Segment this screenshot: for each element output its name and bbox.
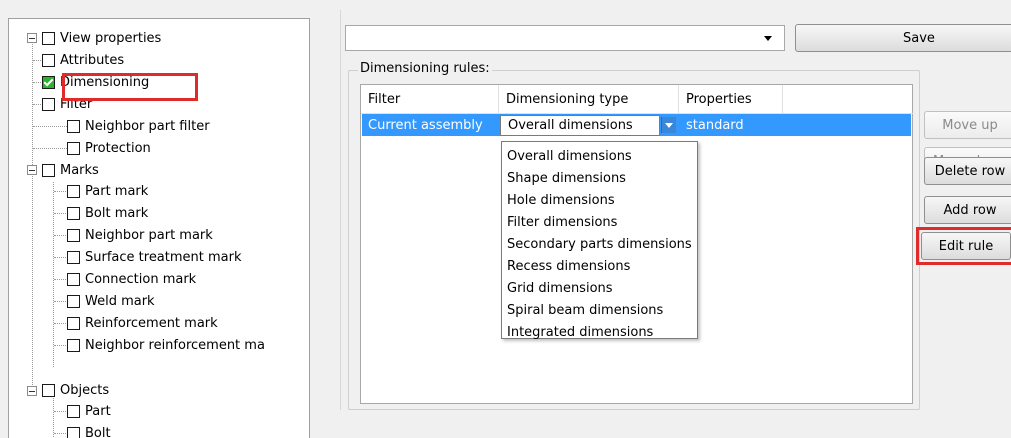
tree-node-label: Protection	[85, 141, 151, 156]
tree-node-label: Attributes	[60, 53, 124, 68]
tree-node-weld-mark[interactable]: Weld mark	[67, 290, 155, 312]
tree-node-reinforcement-mark[interactable]: Reinforcement mark	[67, 312, 218, 334]
checkbox-icon[interactable]	[67, 251, 80, 264]
tree-node-label: Neighbor part filter	[85, 119, 210, 134]
checkbox-icon[interactable]	[42, 384, 55, 397]
option-secondary-parts-dimensions[interactable]: Secondary parts dimensions	[507, 233, 692, 255]
checkbox-icon[interactable]	[67, 427, 80, 438]
tree-node-label: Objects	[60, 383, 109, 398]
tree-node-part-mark[interactable]: Part mark	[67, 180, 148, 202]
tree-node-label: Filter	[60, 97, 92, 112]
column-header-dimensioning-type[interactable]: Dimensioning type	[499, 85, 679, 113]
chevron-down-icon[interactable]	[661, 117, 676, 133]
checkbox-icon[interactable]	[67, 295, 80, 308]
option-overall-dimensions[interactable]: Overall dimensions	[507, 145, 632, 167]
tree-node-bolt[interactable]: Bolt	[67, 422, 111, 438]
checkbox-icon[interactable]	[67, 185, 80, 198]
collapse-view-properties-icon[interactable]	[27, 33, 37, 43]
tree-node-objects[interactable]: Objects	[42, 379, 109, 401]
option-shape-dimensions[interactable]: Shape dimensions	[507, 167, 626, 189]
tree-node-label: Connection mark	[85, 272, 196, 287]
tree-node-label: Marks	[60, 163, 99, 178]
checkbox-icon[interactable]	[67, 317, 80, 330]
move-up-button[interactable]: Move up	[924, 111, 1011, 139]
collapse-marks-icon[interactable]	[27, 165, 37, 175]
checkbox-icon[interactable]	[42, 164, 55, 177]
tree-node-attributes[interactable]: Attributes	[42, 49, 124, 71]
checkbox-icon[interactable]	[42, 54, 55, 67]
option-recess-dimensions[interactable]: Recess dimensions	[507, 255, 630, 277]
cell-properties[interactable]: standard	[680, 114, 744, 136]
cell-filter[interactable]: Current assembly	[362, 114, 483, 136]
tree-node-protection[interactable]: Protection	[67, 137, 151, 159]
checkbox-icon[interactable]	[67, 339, 80, 352]
option-hole-dimensions[interactable]: Hole dimensions	[507, 189, 615, 211]
tree-node-label: Weld mark	[85, 294, 155, 309]
add-row-button[interactable]: Add row	[924, 196, 1011, 224]
tree-node-label: Bolt mark	[85, 206, 148, 221]
edit-rule-button[interactable]: Edit rule	[921, 232, 1011, 260]
column-header-properties[interactable]: Properties	[679, 85, 783, 113]
tree-node-marks[interactable]: Marks	[42, 159, 99, 181]
checkbox-icon[interactable]	[67, 207, 80, 220]
tree-node-neighbor-part-mark[interactable]: Neighbor part mark	[67, 224, 213, 246]
tree-node-part[interactable]: Part	[67, 400, 111, 422]
table-row[interactable]: Current assembly Overall dimensions stan…	[362, 114, 911, 136]
tree-node-surface-treatment-mark[interactable]: Surface treatment mark	[67, 246, 242, 268]
option-grid-dimensions[interactable]: Grid dimensions	[507, 277, 613, 299]
option-integrated-dimensions[interactable]: Integrated dimensions	[507, 321, 653, 343]
tree-connector	[53, 395, 54, 438]
save-button[interactable]: Save	[795, 24, 1011, 52]
column-header-filter[interactable]: Filter	[361, 85, 499, 113]
tree-node-label: Part	[85, 404, 111, 419]
tree-node-neighbor-part-filter[interactable]: Neighbor part filter	[67, 115, 210, 137]
checkbox-icon[interactable]	[67, 405, 80, 418]
checkbox-icon[interactable]	[67, 142, 80, 155]
tree-connector	[53, 182, 54, 367]
saved-settings-combo[interactable]	[345, 25, 785, 51]
checkbox-icon[interactable]	[42, 32, 55, 45]
dimensioning-rules-label: Dimensioning rules:	[358, 61, 492, 76]
tree-node-neighbor-reinforcement-mark[interactable]: Neighbor reinforcement ma	[67, 334, 265, 356]
dimensioning-type-list[interactable]: Overall dimensions Shape dimensions Hole…	[501, 141, 698, 339]
checkbox-icon[interactable]	[67, 229, 80, 242]
tree-node-label: Bolt	[85, 426, 111, 438]
tree-node-label: Neighbor part mark	[85, 228, 213, 243]
checkbox-icon[interactable]	[42, 98, 55, 111]
view-properties-tree[interactable]: View properties Attributes Dimensioning …	[8, 18, 310, 438]
tree-node-label: Neighbor reinforcement ma	[85, 338, 265, 353]
option-filter-dimensions[interactable]: Filter dimensions	[507, 211, 617, 233]
tree-node-view-properties[interactable]: View properties	[42, 27, 161, 49]
dimensioning-type-dropdown[interactable]: Overall dimensions	[500, 115, 660, 136]
tree-connector	[32, 39, 33, 171]
tree-node-filter[interactable]: Filter	[42, 93, 92, 115]
option-spiral-beam-dimensions[interactable]: Spiral beam dimensions	[507, 299, 663, 321]
dropdown-value: Overall dimensions	[508, 118, 633, 133]
tree-node-label: Reinforcement mark	[85, 316, 218, 331]
checkbox-icon[interactable]	[67, 120, 80, 133]
delete-row-button[interactable]: Delete row	[924, 157, 1011, 185]
tree-node-label: View properties	[60, 31, 161, 46]
collapse-objects-icon[interactable]	[27, 386, 37, 396]
tree-node-bolt-mark[interactable]: Bolt mark	[67, 202, 148, 224]
checkmark-icon[interactable]	[42, 76, 55, 89]
tree-connector	[32, 171, 33, 391]
tree-node-label: Surface treatment mark	[85, 250, 242, 265]
tree-node-dimensioning[interactable]: Dimensioning	[42, 71, 149, 93]
chevron-down-icon[interactable]	[764, 36, 772, 41]
tree-node-label: Part mark	[85, 184, 148, 199]
checkbox-icon[interactable]	[67, 273, 80, 286]
tree-node-label: Dimensioning	[60, 75, 149, 90]
tree-node-connection-mark[interactable]: Connection mark	[67, 268, 196, 290]
